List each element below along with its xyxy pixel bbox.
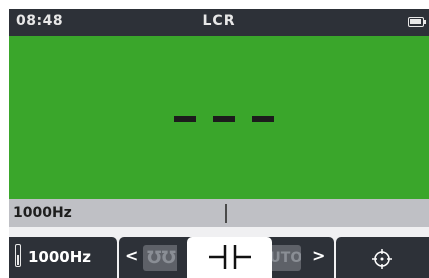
info-bar: 1000Hz <box>9 199 429 227</box>
battery-tip <box>424 20 426 24</box>
reading-dash <box>174 116 196 122</box>
frequency-button-label: 1000Hz <box>28 248 92 266</box>
battery-level-fill <box>410 19 421 24</box>
info-frequency: 1000Hz <box>13 205 72 221</box>
level-bar-fill <box>17 255 19 265</box>
chevron-left-icon[interactable]: < <box>125 246 138 265</box>
reading-display: - - - <box>9 36 429 199</box>
reading-dash <box>213 116 235 122</box>
reading-dash <box>252 116 274 122</box>
info-separator <box>225 204 227 223</box>
chevron-right-icon[interactable]: > <box>312 246 325 265</box>
capacitor-option[interactable] <box>187 237 272 278</box>
level-bar-icon <box>15 244 21 267</box>
crosshair-icon <box>372 249 392 269</box>
crosshair-button[interactable] <box>336 237 429 278</box>
status-bar: 08:48 LCR <box>9 9 429 36</box>
battery-icon <box>408 17 424 27</box>
frequency-button[interactable]: 1000Hz <box>9 237 117 278</box>
meter-screen: 08:48 LCR - - - 1000Hz 1000Hz < ℧℧ AUTO <box>9 9 429 278</box>
inductor-icon: ℧℧ <box>147 248 176 268</box>
mode-title: LCR <box>202 13 236 29</box>
soft-key-bar: 1000Hz < ℧℧ AUTO > <box>9 227 429 278</box>
component-selector[interactable]: < ℧℧ AUTO > <box>119 237 334 278</box>
capacitor-icon <box>209 245 251 269</box>
inductor-option[interactable]: ℧℧ <box>143 245 177 271</box>
